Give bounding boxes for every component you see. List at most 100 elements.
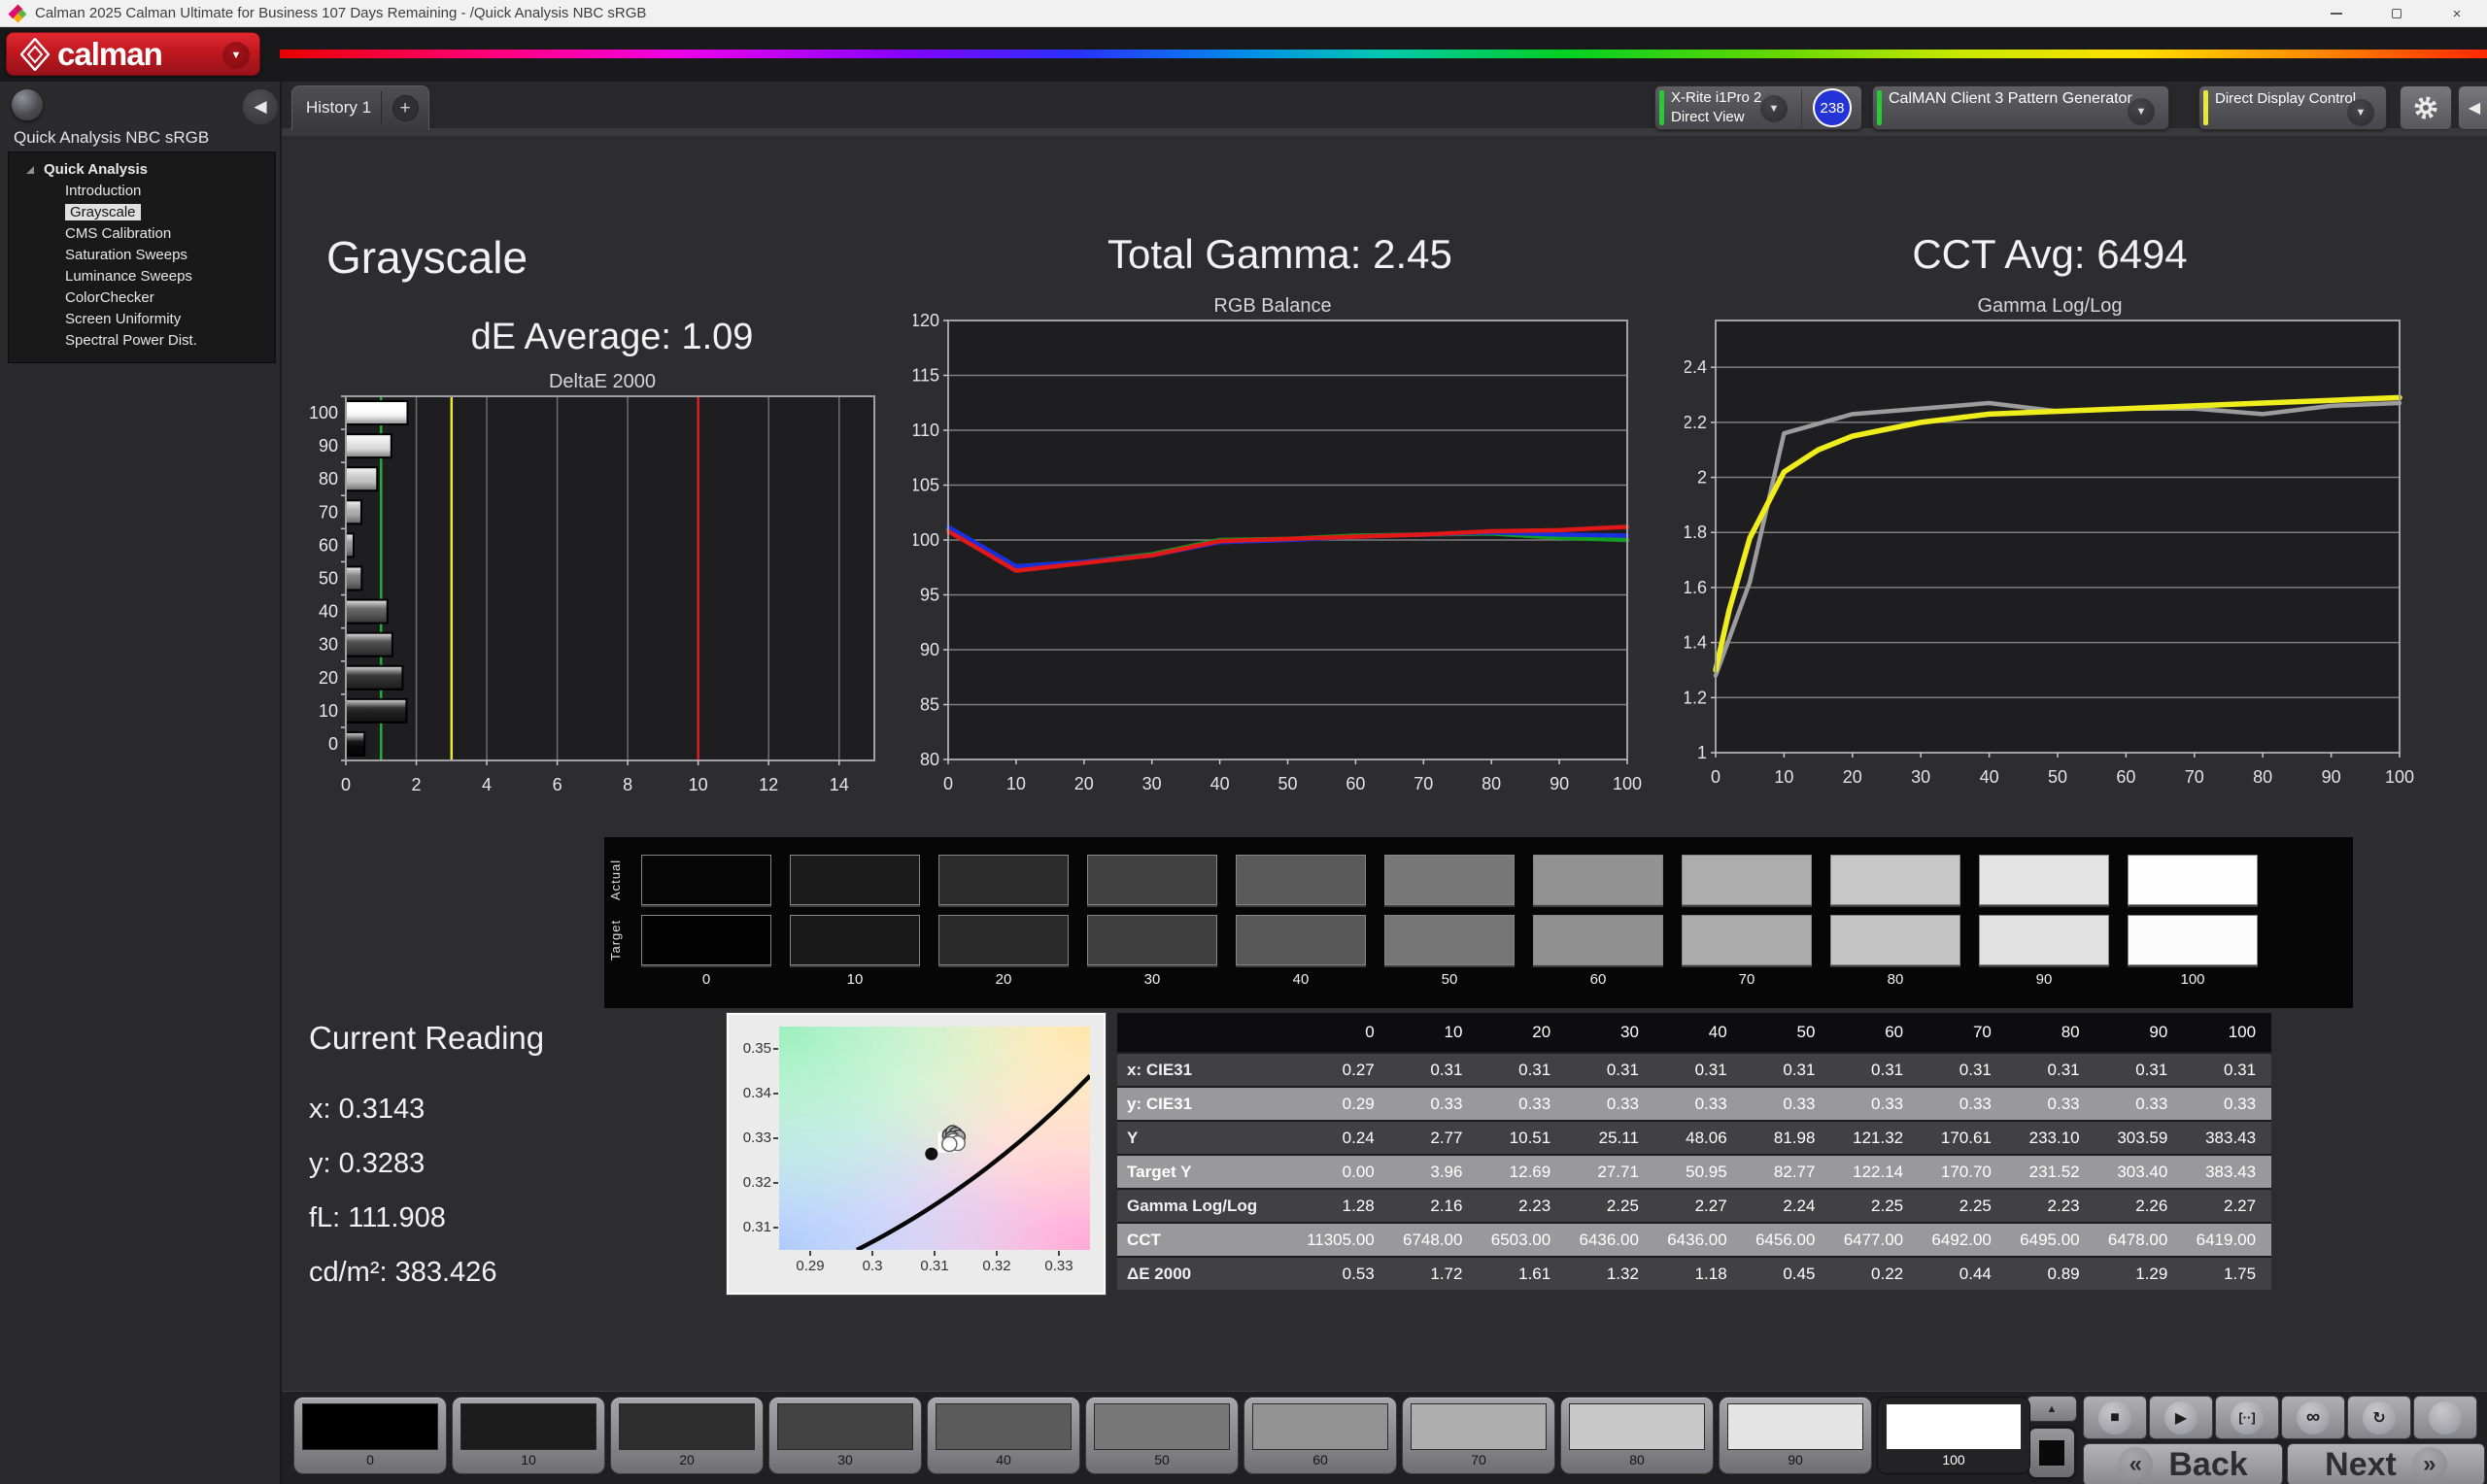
display-control-dropdown-button[interactable]: ▼	[2347, 99, 2374, 126]
sidebar-item-screen-uniformity[interactable]: Screen Uniformity	[9, 309, 275, 330]
svg-text:90: 90	[2322, 767, 2341, 787]
pattern-button-100[interactable]: 100	[1877, 1397, 2030, 1474]
target-swatch-90	[1979, 915, 2109, 965]
sidebar-item-grayscale[interactable]: Grayscale	[9, 202, 275, 223]
table-cell: 121.32	[1830, 1122, 1919, 1154]
next-label: Next	[2325, 1446, 2397, 1484]
svg-text:105: 105	[913, 476, 939, 495]
table-cell: 0.33	[2007, 1088, 2095, 1120]
svg-text:0: 0	[1711, 767, 1720, 787]
step-button[interactable]: [··]	[2215, 1396, 2279, 1439]
pattern-button-label: 70	[1403, 1452, 1554, 1467]
back-button[interactable]: « Back	[2083, 1443, 2283, 1484]
pattern-panel-expand-button[interactable]: ▲	[2027, 1396, 2077, 1422]
pattern-button-10[interactable]: 10	[452, 1397, 605, 1474]
play-button[interactable]: ▶	[2149, 1396, 2213, 1439]
reading-count-badge: 238	[1813, 88, 1852, 127]
sidebar-item-introduction[interactable]: Introduction	[9, 181, 275, 202]
actual-swatch-90	[1979, 855, 2109, 905]
sidebar-collapse-button[interactable]: ◀	[243, 89, 278, 124]
app-bar: calman ▼	[0, 27, 2487, 82]
logo-dropdown-button[interactable]: ▼	[222, 42, 250, 69]
pattern-button-20[interactable]: 20	[610, 1397, 764, 1474]
pattern-window-button[interactable]	[2027, 1426, 2077, 1480]
svg-text:1.4: 1.4	[1685, 633, 1707, 653]
sidebar-item-colorchecker[interactable]: ColorChecker	[9, 287, 275, 309]
tree-expander-icon[interactable]	[26, 166, 34, 174]
sphere-button[interactable]	[12, 89, 43, 120]
close-button[interactable]: ×	[2427, 0, 2487, 27]
pattern-button-30[interactable]: 30	[768, 1397, 922, 1474]
table-cell: 2.25	[1919, 1190, 2007, 1222]
pattern-button-60[interactable]: 60	[1244, 1397, 1397, 1474]
table-cell: 0.33	[1654, 1088, 1743, 1120]
table-cell: 0.29	[1302, 1088, 1390, 1120]
table-cell: 0.31	[1743, 1054, 1831, 1086]
pattern-swatch	[619, 1403, 755, 1450]
pattern-button-80[interactable]: 80	[1560, 1397, 1714, 1474]
settings-button[interactable]	[2400, 85, 2452, 130]
table-cell: 233.10	[2007, 1122, 2095, 1154]
meter-dropdown-button[interactable]: ▼	[1760, 95, 1788, 122]
svg-text:40: 40	[1980, 767, 1999, 787]
pattern-button-0[interactable]: 0	[293, 1397, 447, 1474]
table-cell: 6456.00	[1743, 1224, 1831, 1256]
restore-button[interactable]	[2367, 0, 2427, 27]
pattern-button-40[interactable]: 40	[927, 1397, 1080, 1474]
next-button[interactable]: Next »	[2287, 1443, 2485, 1484]
pattern-swatch	[1411, 1403, 1547, 1450]
pattern-button-90[interactable]: 90	[1719, 1397, 1872, 1474]
calman-menu-button[interactable]: calman ▼	[6, 32, 260, 76]
svg-text:14: 14	[830, 775, 849, 794]
deltae-chart-svg: 010203040506070809010002468101214	[309, 394, 894, 796]
sidebar-item-luminance-sweeps[interactable]: Luminance Sweeps	[9, 266, 275, 287]
pattern-generator-name: CalMAN Client 3 Pattern Generator	[1889, 90, 2132, 108]
table-row-cct: CCT11305.006748.006503.006436.006436.006…	[1117, 1222, 2271, 1256]
meter-selector[interactable]: X-Rite i1Pro 2 Direct View ▼ 238	[1654, 85, 1862, 130]
extra-button[interactable]	[2413, 1396, 2477, 1439]
display-control-selector[interactable]: Direct Display Control ▼	[2198, 85, 2387, 130]
table-cell: 25.11	[1566, 1122, 1654, 1154]
svg-text:80: 80	[920, 750, 939, 769]
step-icon: [··]	[2231, 1401, 2264, 1434]
cie-y-tick	[773, 1048, 778, 1050]
pattern-generator-dropdown-button[interactable]: ▼	[2128, 98, 2155, 125]
table-cell: 50.95	[1654, 1156, 1743, 1188]
refresh-button[interactable]: ↻	[2347, 1396, 2411, 1439]
table-row-y: Y0.242.7710.5125.1148.0681.98121.32170.6…	[1117, 1120, 2271, 1154]
sidebar-item-quick-analysis[interactable]: Quick Analysis	[9, 159, 275, 181]
sidebar-item-spectral-power-dist-[interactable]: Spectral Power Dist.	[9, 330, 275, 352]
sidebar-item-saturation-sweeps[interactable]: Saturation Sweeps	[9, 245, 275, 266]
tree-item-label: Screen Uniformity	[65, 311, 181, 327]
table-cell: 383.43	[2183, 1156, 2271, 1188]
swatch-column-label: 50	[1384, 971, 1515, 988]
svg-text:100: 100	[2385, 767, 2414, 787]
workflow-title: Quick Analysis NBC sRGB	[14, 128, 209, 148]
pattern-generator-selector[interactable]: CalMAN Client 3 Pattern Generator ▼	[1872, 85, 2169, 130]
table-cell: 0.31	[2095, 1054, 2184, 1086]
minimize-button[interactable]	[2306, 0, 2367, 27]
continuous-button[interactable]: ∞	[2281, 1396, 2345, 1439]
tab-history-1[interactable]: History 1 +	[291, 85, 429, 130]
pattern-button-50[interactable]: 50	[1085, 1397, 1239, 1474]
cie-y-tick-label: 0.34	[732, 1085, 771, 1101]
tree-item-label: Saturation Sweeps	[65, 247, 187, 263]
svg-text:90: 90	[920, 640, 939, 659]
table-cell: 0.00	[1302, 1156, 1390, 1188]
pattern-button-70[interactable]: 70	[1402, 1397, 1555, 1474]
current-reading-value: fL: 111.908	[309, 1191, 544, 1245]
table-cell: 0.33	[1478, 1088, 1566, 1120]
table-cell: 0.31	[1830, 1054, 1919, 1086]
swatch-column-label: 40	[1236, 971, 1366, 988]
window-title: Calman 2025 Calman Ultimate for Business…	[35, 5, 646, 21]
right-panel-collapse-button[interactable]: ◀	[2458, 85, 2487, 130]
cct-average-value: CCT Avg: 6494	[1885, 231, 2215, 278]
actual-swatch-80	[1830, 855, 1960, 905]
sidebar-item-cms-calibration[interactable]: CMS Calibration	[9, 223, 275, 245]
cie-points-overlay	[779, 1027, 1090, 1250]
pattern-swatch	[1569, 1403, 1705, 1450]
add-tab-button[interactable]: +	[382, 86, 428, 130]
chevron-down-icon: ▼	[1769, 103, 1780, 115]
table-row-label: ΔE 2000	[1117, 1258, 1302, 1290]
stop-button[interactable]: ■	[2083, 1396, 2147, 1439]
